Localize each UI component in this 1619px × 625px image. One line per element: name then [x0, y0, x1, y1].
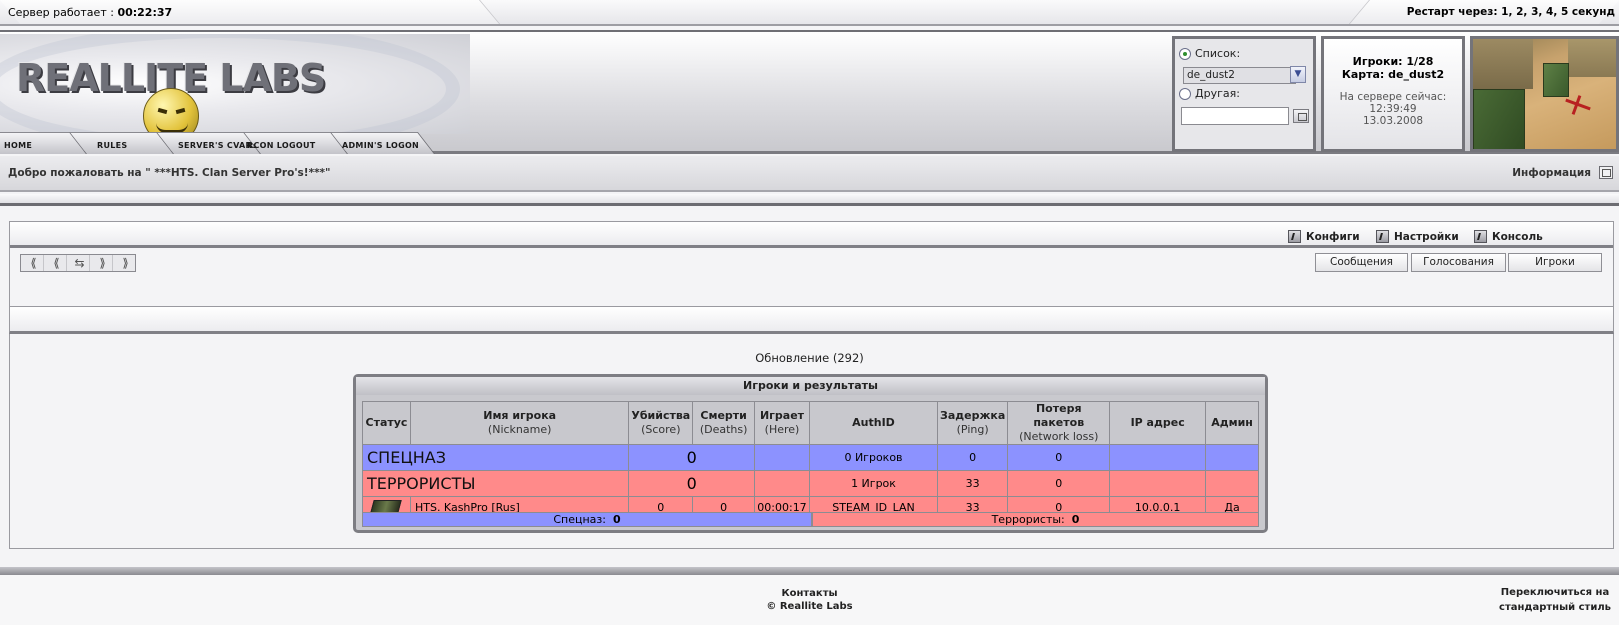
t-total-label: Террористы: [991, 513, 1065, 526]
welcome-message: Добро пожаловать на " ***HTS. Clan Serve… [8, 167, 331, 179]
col-score: Убийства (Score) [628, 401, 694, 445]
contacts-link[interactable]: Контакты [0, 587, 1619, 600]
console-label: Консоль [1492, 230, 1543, 243]
ct-total-score: Спецназ: 0 [362, 512, 812, 527]
copyright-text: © Reallite Labs [766, 601, 853, 612]
players-results-panel: Игроки и результаты Статус Имя игрока (Ni… [353, 374, 1268, 533]
ct-total-value: 0 [612, 513, 621, 526]
t-team-name: ТЕРРОРИСТЫ [361, 470, 630, 497]
t-team-score: 0 [628, 470, 755, 497]
configs-button[interactable]: Конфиги [1288, 230, 1360, 243]
col-deaths: Смерти (Deaths) [692, 401, 755, 445]
nav-admins-logon-label: ADMIN'S LOGON [342, 141, 420, 150]
next-page-icon[interactable]: ⟩⟩ [90, 255, 113, 271]
switch-style-link[interactable]: Переключиться на стандартный стиль [1499, 585, 1611, 615]
content-header-bar [9, 306, 1614, 334]
ct-team-score: 0 [628, 444, 755, 471]
col-ip: IP адрес [1109, 401, 1207, 445]
t-team-ping: 33 [936, 470, 1009, 497]
map-other-option[interactable]: Другая: [1179, 87, 1240, 100]
ct-team-row: СПЕЦНАЗ 0 0 Игроков 0 0 [361, 444, 1259, 471]
col-admin: Админ [1205, 401, 1259, 445]
nav-admins-logon[interactable]: ADMIN'S LOGON [330, 132, 435, 154]
welcome-bar: Добро пожаловать на " ***HTS. Clan Serve… [0, 156, 1619, 192]
server-now-label: На сервере сейчас: [1339, 91, 1447, 103]
info-link[interactable]: Информация [1512, 167, 1591, 179]
nav-rules-label: RULES [97, 141, 128, 150]
footer-separator [0, 567, 1619, 575]
table-header-row: Статус Имя игрока (Nickname) Убийства (Sco… [362, 401, 1259, 445]
configs-icon [1288, 230, 1301, 243]
map-preview-image [1470, 36, 1619, 152]
map-list-radio[interactable] [1179, 47, 1191, 60]
map-select[interactable]: de_dust2 [1183, 67, 1296, 84]
uptime-value: 00:22:37 [117, 6, 173, 19]
nav-home-label: HOME [4, 141, 33, 150]
footer-contacts: Контакты © Reallite Labs [0, 587, 1619, 613]
console-icon [1474, 230, 1487, 243]
players-table: Статус Имя игрока (Nickname) Убийства (Sco… [361, 401, 1259, 519]
col-status: Статус [362, 401, 411, 445]
configs-label: Конфиги [1306, 230, 1360, 243]
nav-rcon-logout-label: RCON LOGOUT [247, 141, 316, 150]
update-counter: Обновление (292) [755, 351, 864, 365]
col-ping: Задержка (Ping) [936, 401, 1009, 445]
map-other-label: Другая: [1195, 87, 1240, 100]
ct-team-players: 0 Игроков [808, 444, 939, 471]
col-here: Играет (Here) [754, 401, 810, 445]
switch-style-line1: Переключиться на [1500, 587, 1610, 598]
restart-countdown: Рестарт через: 1, 2, 3, 4, 5 секунд [1406, 6, 1615, 18]
players-table-caption: Игроки и результаты [356, 377, 1265, 395]
players-count: Игроки: 1/28 [1352, 55, 1434, 68]
info-window-icon[interactable] [1599, 166, 1613, 179]
refresh-icon[interactable]: ⇆ [67, 255, 90, 271]
ct-team-ping: 0 [936, 444, 1009, 471]
last-page-icon[interactable]: ⟩⟩ [113, 255, 135, 271]
tab-messages[interactable]: Сообщения [1315, 253, 1408, 272]
tab-votes[interactable]: Голосования [1411, 253, 1506, 272]
ct-team-loss: 0 [1007, 444, 1111, 471]
apply-map-icon[interactable] [1293, 109, 1309, 123]
footer: Контакты © Reallite Labs Переключиться н… [0, 575, 1619, 625]
col-authid: AuthID [808, 401, 939, 445]
weapon-icon [370, 499, 403, 513]
settings-label: Настройки [1394, 230, 1459, 243]
server-info-box: Игроки: 1/28 Карта: de_dust2 На сервере … [1321, 36, 1465, 152]
switch-style-line2: стандартный стиль [1499, 602, 1611, 613]
col-network-loss: Потеря пакетов (Network loss) [1007, 401, 1111, 445]
ct-team-name: СПЕЦНАЗ [361, 444, 630, 471]
map-other-radio[interactable] [1179, 87, 1191, 100]
console-button[interactable]: Консоль [1474, 230, 1543, 243]
first-page-icon[interactable]: ⟨⟨ [21, 255, 44, 271]
logo-area: REALLITE LABS [0, 34, 470, 134]
separator-strip [0, 194, 1619, 206]
t-total-value: 0 [1071, 513, 1080, 526]
other-map-input[interactable] [1181, 107, 1289, 125]
current-map: Карта: de_dust2 [1341, 68, 1445, 81]
map-list-label: Список: [1195, 47, 1241, 60]
top-status-bar: Сервер работает : 00:22:37 Рестарт через… [0, 0, 1619, 26]
map-change-box: Список: de_dust2 ▼ Другая: [1172, 36, 1316, 152]
col-nickname: Имя игрока (Nickname) [409, 401, 630, 445]
ct-total-label: Спецназ: [553, 513, 606, 526]
chevron-down-icon[interactable]: ▼ [1290, 66, 1306, 83]
t-team-loss: 0 [1007, 470, 1111, 497]
t-total-score: Террористы: 0 [812, 512, 1259, 527]
t-team-row: ТЕРРОРИСТЫ 0 1 Игрок 33 0 [361, 470, 1259, 497]
settings-button[interactable]: Настройки [1376, 230, 1459, 243]
main-nav: HOME RULES SERVER'S CVARS RCON LOGOUT AD… [0, 132, 435, 154]
map-list-option[interactable]: Список: [1179, 47, 1240, 60]
t-team-players: 1 Игрок [808, 470, 939, 497]
server-date: 13.03.2008 [1362, 115, 1424, 127]
prev-page-icon[interactable]: ⟨⟨ [44, 255, 67, 271]
uptime-label: Сервер работает : [8, 6, 114, 19]
page-navigation: ⟨⟨ ⟨⟨ ⇆ ⟩⟩ ⟩⟩ [20, 254, 136, 272]
uptime-text: Сервер работает : 00:22:37 [8, 6, 172, 19]
settings-icon [1376, 230, 1389, 243]
server-time: 12:39:49 [1369, 103, 1417, 115]
tab-players[interactable]: Игроки [1508, 253, 1602, 272]
toolbar-row: Конфиги Настройки Консоль [10, 222, 1613, 248]
